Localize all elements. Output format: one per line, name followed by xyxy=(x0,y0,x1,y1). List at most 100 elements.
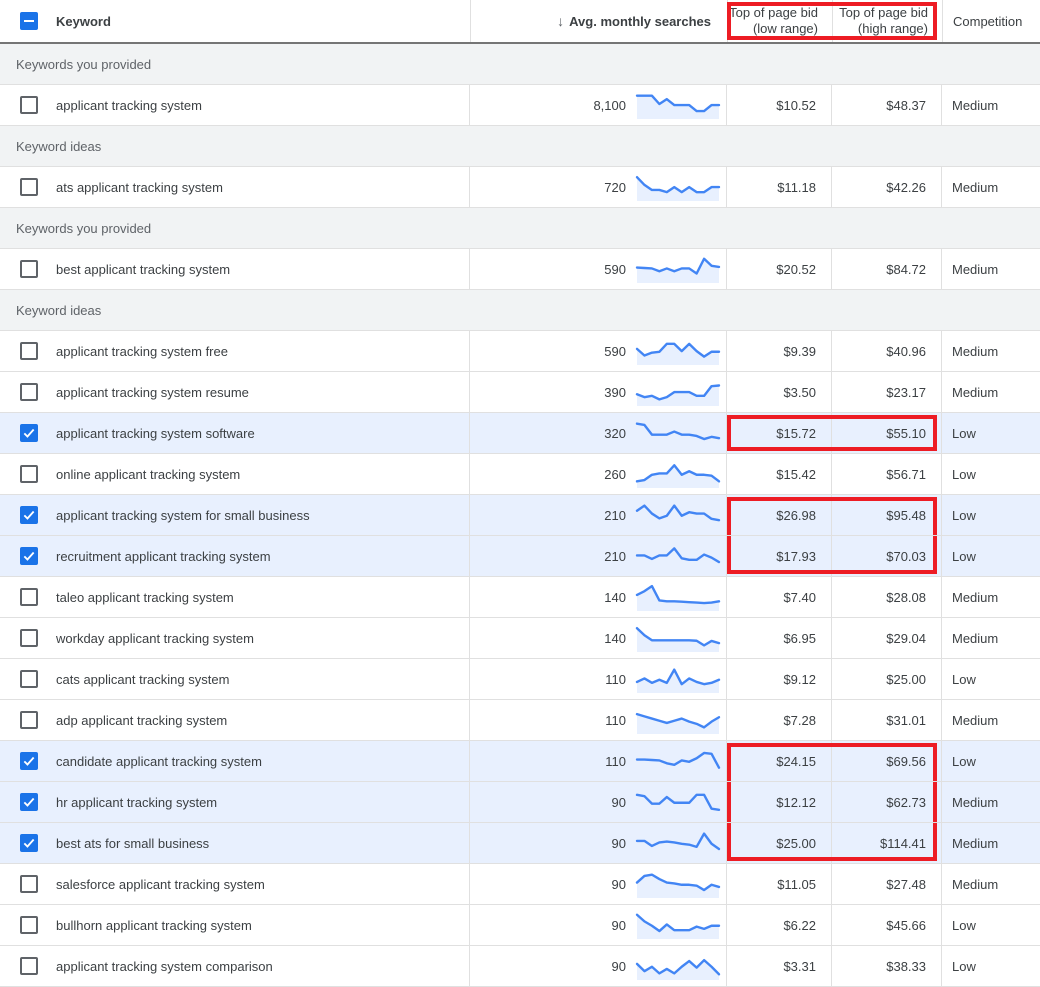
row-checkbox-cell xyxy=(0,331,56,371)
searches-cell: 90 xyxy=(470,782,727,822)
row-checkbox[interactable] xyxy=(20,383,38,401)
keyword-cell: workday applicant tracking system xyxy=(56,618,470,658)
bid-high-value: $114.41 xyxy=(880,836,926,851)
keyword-text: applicant tracking system comparison xyxy=(56,959,273,974)
bid-high-cell: $114.41 xyxy=(832,823,942,863)
searches-value: 90 xyxy=(612,918,626,933)
section-header-row: Keyword ideas xyxy=(0,290,1040,331)
competition-cell: Medium xyxy=(942,700,1040,740)
row-checkbox[interactable] xyxy=(20,752,38,770)
table-row: salesforce applicant tracking system90$1… xyxy=(0,864,1040,905)
row-checkbox[interactable] xyxy=(20,957,38,975)
row-checkbox[interactable] xyxy=(20,506,38,524)
searches-value: 140 xyxy=(604,590,626,605)
row-checkbox[interactable] xyxy=(20,424,38,442)
search-trend-sparkline[interactable] xyxy=(635,583,721,611)
keyword-text: online applicant tracking system xyxy=(56,467,240,482)
searches-cell: 8,100 xyxy=(470,85,727,125)
bid-low-cell: $3.31 xyxy=(727,946,832,986)
search-trend-sparkline[interactable] xyxy=(635,706,721,734)
bid-low-value: $20.52 xyxy=(776,262,816,277)
bid-high-value: $28.08 xyxy=(886,590,926,605)
searches-value: 140 xyxy=(604,631,626,646)
table-row: applicant tracking system free590$9.39$4… xyxy=(0,331,1040,372)
bid-low-cell: $6.95 xyxy=(727,618,832,658)
bid-high-value: $70.03 xyxy=(886,549,926,564)
searches-cell: 90 xyxy=(470,946,727,986)
select-all-checkbox[interactable] xyxy=(20,12,38,30)
section-header-label: Keyword ideas xyxy=(16,303,101,318)
table-row: applicant tracking system resume390$3.50… xyxy=(0,372,1040,413)
row-checkbox[interactable] xyxy=(20,588,38,606)
bid-low-value: $9.39 xyxy=(783,344,816,359)
row-checkbox[interactable] xyxy=(20,342,38,360)
row-checkbox[interactable] xyxy=(20,793,38,811)
searches-cell: 110 xyxy=(470,741,727,781)
search-trend-sparkline[interactable] xyxy=(635,665,721,693)
search-trend-sparkline[interactable] xyxy=(635,378,721,406)
searches-value: 210 xyxy=(604,508,626,523)
search-trend-sparkline[interactable] xyxy=(635,870,721,898)
keyword-text: cats applicant tracking system xyxy=(56,672,229,687)
column-header-searches[interactable]: ↓ Avg. monthly searches xyxy=(470,0,727,42)
search-trend-sparkline[interactable] xyxy=(635,542,721,570)
search-trend-sparkline[interactable] xyxy=(635,788,721,816)
table-row: best applicant tracking system590$20.52$… xyxy=(0,249,1040,290)
search-trend-sparkline[interactable] xyxy=(635,419,721,447)
row-checkbox[interactable] xyxy=(20,260,38,278)
keyword-text: applicant tracking system free xyxy=(56,344,228,359)
column-header-bid-high[interactable]: Top of page bid(high range) xyxy=(832,0,942,42)
competition-cell: Low xyxy=(942,536,1040,576)
bid-low-value: $11.18 xyxy=(777,180,816,195)
row-checkbox[interactable] xyxy=(20,178,38,196)
row-checkbox[interactable] xyxy=(20,916,38,934)
search-trend-sparkline[interactable] xyxy=(635,255,721,283)
bid-low-value: $12.12 xyxy=(776,795,816,810)
searches-value: 8,100 xyxy=(593,98,626,113)
row-checkbox-cell xyxy=(0,577,56,617)
row-checkbox[interactable] xyxy=(20,96,38,114)
bid-high-value: $69.56 xyxy=(886,754,926,769)
column-header-keyword[interactable]: Keyword xyxy=(56,0,470,42)
search-trend-sparkline[interactable] xyxy=(635,952,721,980)
row-checkbox[interactable] xyxy=(20,875,38,893)
row-checkbox-cell xyxy=(0,249,56,289)
keyword-cell: applicant tracking system for small busi… xyxy=(56,495,470,535)
row-checkbox-cell xyxy=(0,536,56,576)
bid-high-value: $56.71 xyxy=(886,467,926,482)
bid-low-value: $3.50 xyxy=(783,385,816,400)
search-trend-sparkline[interactable] xyxy=(635,747,721,775)
row-checkbox[interactable] xyxy=(20,711,38,729)
search-trend-sparkline[interactable] xyxy=(635,337,721,365)
bid-low-cell: $15.42 xyxy=(727,454,832,494)
row-checkbox[interactable] xyxy=(20,670,38,688)
competition-cell: Medium xyxy=(942,249,1040,289)
keyword-cell: hr applicant tracking system xyxy=(56,782,470,822)
keyword-cell: ats applicant tracking system xyxy=(56,167,470,207)
row-checkbox[interactable] xyxy=(20,834,38,852)
keyword-text: salesforce applicant tracking system xyxy=(56,877,265,892)
keyword-text: recruitment applicant tracking system xyxy=(56,549,271,564)
keyword-text: applicant tracking system resume xyxy=(56,385,249,400)
search-trend-sparkline[interactable] xyxy=(635,91,721,119)
bid-low-cell: $15.72 xyxy=(727,413,832,453)
competition-cell: Low xyxy=(942,741,1040,781)
search-trend-sparkline[interactable] xyxy=(635,911,721,939)
row-checkbox[interactable] xyxy=(20,465,38,483)
searches-cell: 260 xyxy=(470,454,727,494)
column-header-bid-low[interactable]: Top of page bid(low range) xyxy=(727,0,832,42)
search-trend-sparkline[interactable] xyxy=(635,501,721,529)
search-trend-sparkline[interactable] xyxy=(635,173,721,201)
search-trend-sparkline[interactable] xyxy=(635,624,721,652)
bid-high-value: $45.66 xyxy=(886,918,926,933)
bid-low-value: $7.28 xyxy=(783,713,816,728)
searches-value: 90 xyxy=(612,795,626,810)
search-trend-sparkline[interactable] xyxy=(635,829,721,857)
search-trend-sparkline[interactable] xyxy=(635,460,721,488)
row-checkbox[interactable] xyxy=(20,629,38,647)
row-checkbox[interactable] xyxy=(20,547,38,565)
row-checkbox-cell xyxy=(0,167,56,207)
column-header-competition[interactable]: Competition xyxy=(942,0,1040,42)
row-checkbox-cell xyxy=(0,905,56,945)
table-row: workday applicant tracking system 140 $6.9… xyxy=(0,618,1040,659)
